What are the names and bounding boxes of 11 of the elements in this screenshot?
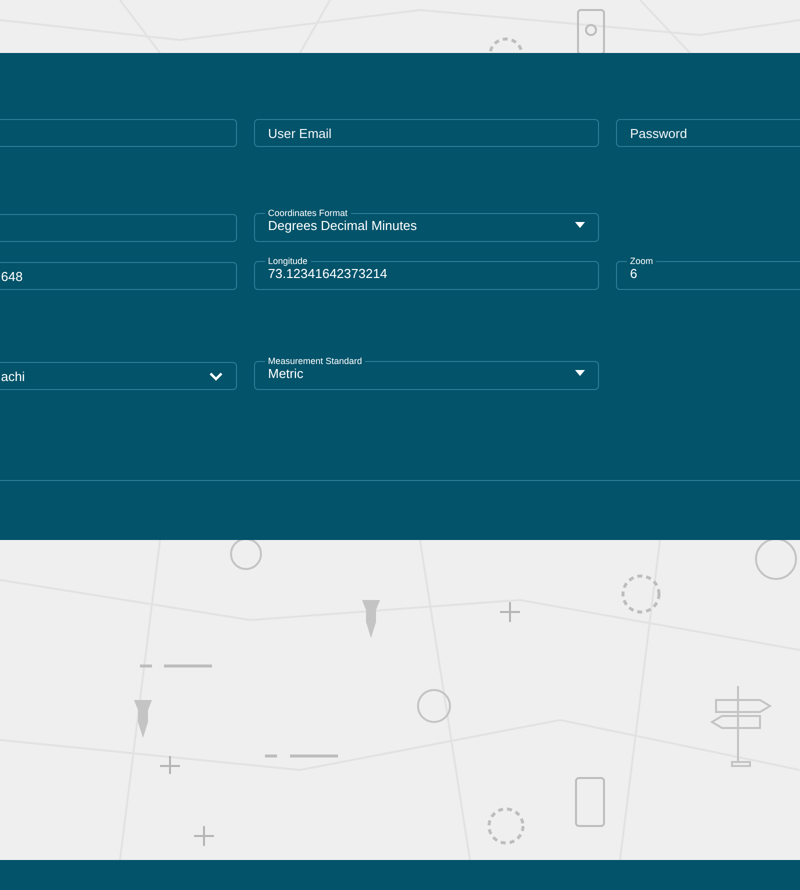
input-field[interactable]: Longitude 73.12341642373214	[254, 255, 599, 290]
caret-icon	[575, 222, 585, 228]
caret-icon	[575, 370, 585, 376]
input-field[interactable]: 648	[0, 262, 237, 290]
input-field[interactable]: achi	[0, 362, 237, 390]
input-field[interactable]: User Email	[254, 119, 599, 147]
input-field[interactable]: Coordinates Format Degrees Decimal Minutes	[254, 207, 599, 242]
input-field[interactable]: Measurement Standard Metric	[254, 355, 599, 390]
input-field[interactable]: Password	[616, 119, 800, 147]
chevron-icon	[209, 372, 223, 380]
input-field[interactable]: Zoom 6	[616, 255, 800, 290]
